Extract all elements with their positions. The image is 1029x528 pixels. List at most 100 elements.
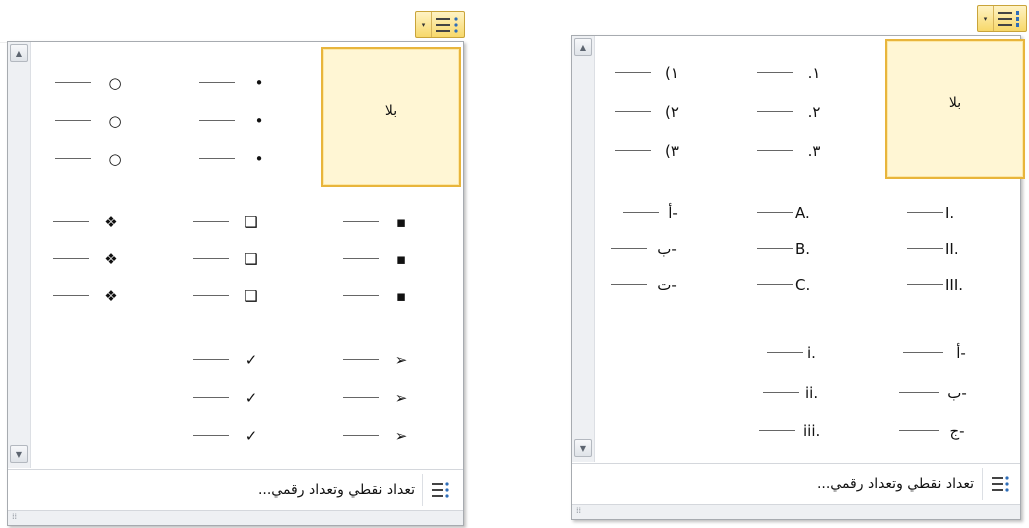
- list-item: ▪: [321, 249, 461, 269]
- bullet-marker: ❖: [104, 287, 118, 305]
- list-item: أ-: [885, 343, 1025, 363]
- list-item: ➢: [321, 426, 461, 446]
- list-item: .١: [737, 63, 877, 83]
- list-item: ○: [33, 73, 173, 93]
- dropdown-arrow-icon[interactable]: ▾: [416, 12, 432, 37]
- bullet-tile-hollow-square[interactable]: ❑ ❑ ❑: [173, 190, 313, 330]
- list-item: ▪: [321, 286, 461, 306]
- number-marker: i.: [807, 344, 816, 362]
- list-item: (٣: [597, 141, 737, 161]
- bullet-list-icon: [432, 482, 449, 498]
- list-item: ii.: [737, 383, 877, 403]
- bullet-tile-filled-dot[interactable]: • • •: [173, 47, 313, 187]
- list-item: .٣: [737, 141, 877, 161]
- gallery-scrollbar[interactable]: ▲ ▼: [8, 42, 31, 468]
- gallery-scrollbar[interactable]: ▲ ▼: [572, 36, 595, 462]
- bullet-none-tile[interactable]: بلا: [321, 47, 461, 187]
- number-marker: I.: [945, 204, 955, 222]
- bullets-dropdown-button[interactable]: ▾: [415, 11, 465, 38]
- bullet-marker: ▪: [395, 287, 407, 305]
- resize-grip-icon: ⁞⁞: [576, 506, 582, 515]
- number-marker: ج-: [949, 422, 965, 440]
- bullet-marker: •: [254, 74, 264, 92]
- bullet-marker: ❖: [104, 250, 118, 268]
- bullet-marker: ❖: [104, 213, 118, 231]
- bullet-tile-small-square[interactable]: ▪ ▪ ▪: [321, 190, 461, 330]
- scroll-up-icon: ▲: [579, 42, 587, 52]
- bullet-marker: ✓: [244, 389, 258, 407]
- number-marker: (٢: [665, 103, 679, 121]
- bullet-marker: •: [254, 150, 264, 168]
- bullet-marker: ○: [108, 150, 122, 168]
- scroll-down-icon: ▼: [15, 449, 23, 459]
- number-marker: .٢: [807, 103, 821, 121]
- number-marker: III.: [945, 276, 964, 294]
- list-item: •: [173, 111, 313, 131]
- numbering-tile-roman-lower[interactable]: i. ii. iii.: [737, 324, 877, 464]
- numbering-tile-arabic-paren[interactable]: (١ (٢ (٣: [597, 39, 737, 179]
- numbering-tile-roman-upper[interactable]: I. II. III.: [885, 182, 1025, 322]
- bullet-marker: ✓: [244, 351, 258, 369]
- number-marker: B.: [795, 240, 811, 258]
- list-item: ب-: [597, 239, 737, 259]
- bullet-marker: ○: [108, 112, 122, 130]
- numbering-tile-latin-upper[interactable]: A. B. C.: [737, 182, 877, 322]
- bullet-tile-arrow[interactable]: ➢ ➢ ➢: [321, 332, 461, 472]
- list-item: III.: [885, 275, 1025, 295]
- bullet-marker: ➢: [394, 389, 408, 407]
- bullet-marker: ❑: [244, 287, 258, 305]
- resize-grip[interactable]: ⁞⁞: [572, 504, 1020, 519]
- scroll-up-button[interactable]: ▲: [574, 38, 592, 56]
- none-label: بلا: [384, 103, 398, 119]
- bullet-marker: ➢: [394, 351, 408, 369]
- number-marker: A.: [795, 204, 810, 222]
- number-marker: أ-: [668, 204, 678, 222]
- list-item: ➢: [321, 350, 461, 370]
- bullet-marker: ○: [108, 74, 122, 92]
- number-marker: ب-: [657, 240, 677, 258]
- numbering-none-tile[interactable]: بلا: [885, 39, 1025, 179]
- scroll-down-button[interactable]: ▼: [10, 445, 28, 463]
- list-item: ▪: [321, 212, 461, 232]
- list-item: ❑: [173, 249, 313, 269]
- footer-icon-divider: [982, 468, 983, 500]
- bullet-marker: ▪: [395, 213, 407, 231]
- numbering-tile-arabic-dot[interactable]: .١ .٢ .٣: [737, 39, 877, 179]
- list-item: ج-: [885, 421, 1025, 441]
- scroll-up-button[interactable]: ▲: [10, 44, 28, 62]
- define-bullet-menu-item[interactable]: تعداد نقطي وتعداد رقمي...: [8, 470, 463, 512]
- numbering-dropdown-button[interactable]: ▾: [977, 5, 1027, 32]
- list-item: ➢: [321, 388, 461, 408]
- list-item: ✓: [173, 350, 313, 370]
- list-item: ❖: [33, 212, 173, 232]
- bullet-tile-hollow-circle[interactable]: ○ ○ ○: [33, 47, 173, 187]
- footer-icon-divider: [422, 474, 423, 506]
- number-marker: ب-: [947, 384, 967, 402]
- bullet-marker: ✓: [244, 427, 258, 445]
- number-marker: .١: [807, 64, 821, 82]
- list-item: B.: [737, 239, 877, 259]
- none-label: بلا: [948, 95, 962, 111]
- numbering-tile-arabic-letters[interactable]: أ- ب- ت-: [597, 182, 737, 322]
- list-item: ✓: [173, 388, 313, 408]
- bullet-list-icon: [992, 476, 1009, 492]
- list-item: ب-: [885, 383, 1025, 403]
- bullet-marker: •: [254, 112, 264, 130]
- number-marker: iii.: [803, 422, 821, 440]
- bullet-marker: ▪: [395, 250, 407, 268]
- scroll-down-button[interactable]: ▼: [574, 439, 592, 457]
- resize-grip[interactable]: ⁞⁞: [8, 510, 463, 525]
- numbering-tile-arabic-letters-2[interactable]: أ- ب- ج-: [885, 324, 1025, 464]
- bullet-tile-diamond-star[interactable]: ❖ ❖ ❖: [33, 190, 173, 330]
- define-bullet-label: تعداد نقطي وتعداد رقمي...: [257, 482, 415, 498]
- bullet-tile-checkmark[interactable]: ✓ ✓ ✓: [173, 332, 313, 472]
- bullet-marker: ❑: [244, 250, 258, 268]
- list-item: I.: [885, 203, 1025, 223]
- list-item: أ-: [597, 203, 737, 223]
- list-item: iii.: [737, 421, 877, 441]
- numbering-library-gallery: ▲ ▼ بلا .١ .٢ .٣ (١ (٢ (٣ I. II. III. A.…: [571, 35, 1025, 520]
- define-numbering-menu-item[interactable]: تعداد نقطي وتعداد رقمي...: [572, 464, 1020, 506]
- number-marker: (١: [665, 64, 679, 82]
- dropdown-arrow-icon[interactable]: ▾: [978, 6, 994, 31]
- list-item: C.: [737, 275, 877, 295]
